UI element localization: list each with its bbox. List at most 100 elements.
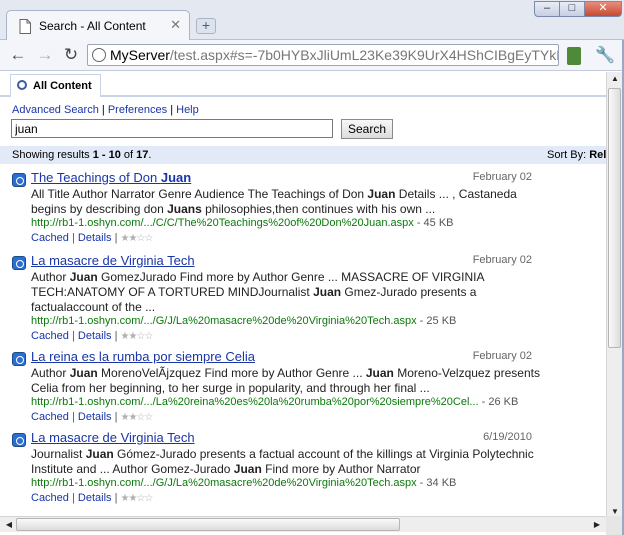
result-total: 17 bbox=[136, 149, 149, 161]
title-text: La masacre de Virginia Tech bbox=[31, 430, 195, 445]
preferences-link[interactable]: Preferences bbox=[108, 104, 167, 116]
window-close-button[interactable]: ✕ bbox=[584, 1, 622, 17]
result-title-link[interactable]: The Teachings of Don Juan bbox=[31, 170, 191, 185]
separator: | bbox=[111, 492, 121, 504]
extension-icon[interactable] bbox=[567, 47, 581, 65]
new-tab-button[interactable]: + bbox=[196, 18, 216, 34]
details-link[interactable]: Details bbox=[78, 492, 112, 504]
result-title-link[interactable]: La masacre de Virginia Tech bbox=[31, 253, 195, 268]
star-rating-icon[interactable]: ★★☆☆ bbox=[121, 233, 154, 244]
result-date: February 02 bbox=[472, 350, 532, 362]
close-icon[interactable]: ✕ bbox=[170, 17, 181, 33]
result-url-line: http://rb1-1.oshyn.com/.../C/C/The%20Tea… bbox=[31, 217, 454, 229]
result-url[interactable]: http://rb1-1.oshyn.com/.../C/C/The%20Tea… bbox=[31, 217, 414, 229]
document-icon bbox=[12, 433, 26, 447]
cached-link[interactable]: Cached bbox=[31, 330, 69, 342]
summary-suffix: . bbox=[148, 149, 152, 161]
result-title-link[interactable]: La masacre de Virginia Tech bbox=[31, 430, 195, 445]
advanced-search-link[interactable]: Advanced Search bbox=[12, 104, 99, 116]
search-input[interactable] bbox=[11, 119, 333, 138]
result-actions: Cached | Details | ★★☆☆ bbox=[31, 232, 154, 244]
title-bar: Search - All Content ✕ + – □ ✕ bbox=[0, 0, 624, 41]
results-bar: Showing results 1 - 10 of 17. Sort By: R… bbox=[0, 146, 606, 164]
summary-prefix: Showing results bbox=[12, 149, 93, 161]
maximize-button[interactable]: □ bbox=[559, 1, 585, 17]
vertical-scrollbar[interactable]: ▲ ▼ bbox=[606, 72, 622, 519]
tab-all-content[interactable]: All Content bbox=[10, 74, 101, 97]
address-bar[interactable]: MyServer/test.aspx#s=-7b0HYBxJliUmL23Ke3… bbox=[87, 44, 559, 66]
forward-arrow-icon[interactable]: → bbox=[34, 45, 56, 67]
back-arrow-icon[interactable]: ← bbox=[7, 45, 29, 67]
star-rating-icon[interactable]: ★★☆☆ bbox=[121, 493, 154, 504]
separator: | bbox=[98, 104, 108, 116]
result-date: February 02 bbox=[472, 254, 532, 266]
result-snippet: Author Juan GomezJurado Find more by Aut… bbox=[31, 270, 484, 314]
result-url[interactable]: http://rb1-1.oshyn.com/.../G/J/La%20masa… bbox=[31, 315, 417, 327]
scroll-right-icon[interactable]: ▶ bbox=[590, 518, 604, 532]
document-icon bbox=[12, 173, 26, 187]
cached-link[interactable]: Cached bbox=[31, 492, 69, 504]
cached-link[interactable]: Cached bbox=[31, 411, 69, 423]
wrench-icon[interactable]: 🔧 bbox=[595, 46, 615, 66]
details-link[interactable]: Details bbox=[78, 330, 112, 342]
result-actions: Cached | Details | ★★☆☆ bbox=[31, 330, 154, 342]
help-link[interactable]: Help bbox=[176, 104, 199, 116]
result-date: February 02 bbox=[472, 171, 532, 183]
document-icon bbox=[12, 256, 26, 270]
result-url[interactable]: http://rb1-1.oshyn.com/.../La%20reina%20… bbox=[31, 396, 479, 408]
tab-search-all-content[interactable]: Search - All Content ✕ bbox=[6, 10, 190, 41]
result-size: - 34 KB bbox=[416, 477, 457, 489]
details-link[interactable]: Details bbox=[78, 411, 112, 423]
result-url[interactable]: http://rb1-1.oshyn.com/.../G/J/La%20masa… bbox=[31, 477, 417, 489]
title-text: La masacre de Virginia Tech bbox=[31, 253, 195, 268]
result-actions: Cached | Details | ★★☆☆ bbox=[31, 411, 154, 423]
star-rating-icon[interactable]: ★★☆☆ bbox=[121, 331, 154, 342]
tab-title: Search - All Content bbox=[39, 19, 146, 33]
page-content: All Content Advanced Search | Preference… bbox=[0, 72, 606, 519]
horizontal-scrollbar[interactable]: ◀ ▶ bbox=[0, 516, 606, 532]
separator: | bbox=[111, 232, 121, 244]
page-icon bbox=[19, 19, 31, 34]
result-snippet: All Title Author Narrator Genre Audience… bbox=[31, 187, 517, 216]
separator: | bbox=[167, 104, 177, 116]
url-host: MyServer bbox=[110, 47, 170, 63]
separator: | bbox=[68, 492, 78, 504]
result-title-link[interactable]: La reina es la rumba por siempre Celia bbox=[31, 349, 255, 364]
result-size: - 45 KB bbox=[413, 217, 454, 229]
separator: | bbox=[68, 232, 78, 244]
result-range: 1 - 10 bbox=[92, 149, 121, 161]
star-rating-icon[interactable]: ★★☆☆ bbox=[121, 412, 154, 423]
document-icon bbox=[12, 352, 26, 366]
title-text: The Teachings of Don bbox=[31, 170, 161, 185]
search-result: La masacre de Virginia Tech February 02 … bbox=[12, 253, 532, 342]
result-url-line: http://rb1-1.oshyn.com/.../G/J/La%20masa… bbox=[31, 315, 456, 327]
search-result: La masacre de Virginia Tech 6/19/2010 Jo… bbox=[12, 430, 534, 504]
search-button[interactable]: Search bbox=[341, 119, 393, 139]
result-snippet: Author Juan MorenoVelÃjzquez Find more b… bbox=[31, 366, 540, 395]
details-link[interactable]: Details bbox=[78, 232, 112, 244]
results-summary: Showing results 1 - 10 of 17. bbox=[12, 146, 151, 164]
title-highlight: Juan bbox=[160, 170, 192, 185]
scope-tab-label: All Content bbox=[33, 80, 92, 92]
minimize-button[interactable]: – bbox=[534, 1, 560, 17]
summary-of: of bbox=[120, 149, 137, 161]
result-size: - 25 KB bbox=[416, 315, 457, 327]
scroll-left-icon[interactable]: ◀ bbox=[2, 518, 16, 532]
separator: | bbox=[68, 330, 78, 342]
scroll-up-icon[interactable]: ▲ bbox=[608, 72, 622, 86]
result-url-line: http://rb1-1.oshyn.com/.../La%20reina%20… bbox=[31, 396, 518, 408]
sort-by[interactable]: Sort By: Rel bbox=[547, 146, 606, 164]
vertical-scroll-thumb[interactable] bbox=[608, 88, 621, 348]
result-date: 6/19/2010 bbox=[483, 431, 532, 443]
result-size: - 26 KB bbox=[478, 396, 519, 408]
separator: | bbox=[111, 411, 121, 423]
result-url-line: http://rb1-1.oshyn.com/.../G/J/La%20masa… bbox=[31, 477, 456, 489]
url-path: /test.aspx#s=-7b0HYBxJliUmL23Ke39K9UrX4H… bbox=[169, 47, 558, 63]
globe-icon bbox=[92, 48, 106, 62]
reload-icon[interactable]: ↻ bbox=[60, 45, 82, 67]
cached-link[interactable]: Cached bbox=[31, 232, 69, 244]
browser-toolbar: ← → ↻ MyServer/test.aspx#s=-7b0HYBxJliUm… bbox=[0, 40, 624, 71]
sort-value[interactable]: Rel bbox=[589, 149, 606, 161]
separator: | bbox=[111, 330, 121, 342]
horizontal-scroll-thumb[interactable] bbox=[16, 518, 400, 531]
